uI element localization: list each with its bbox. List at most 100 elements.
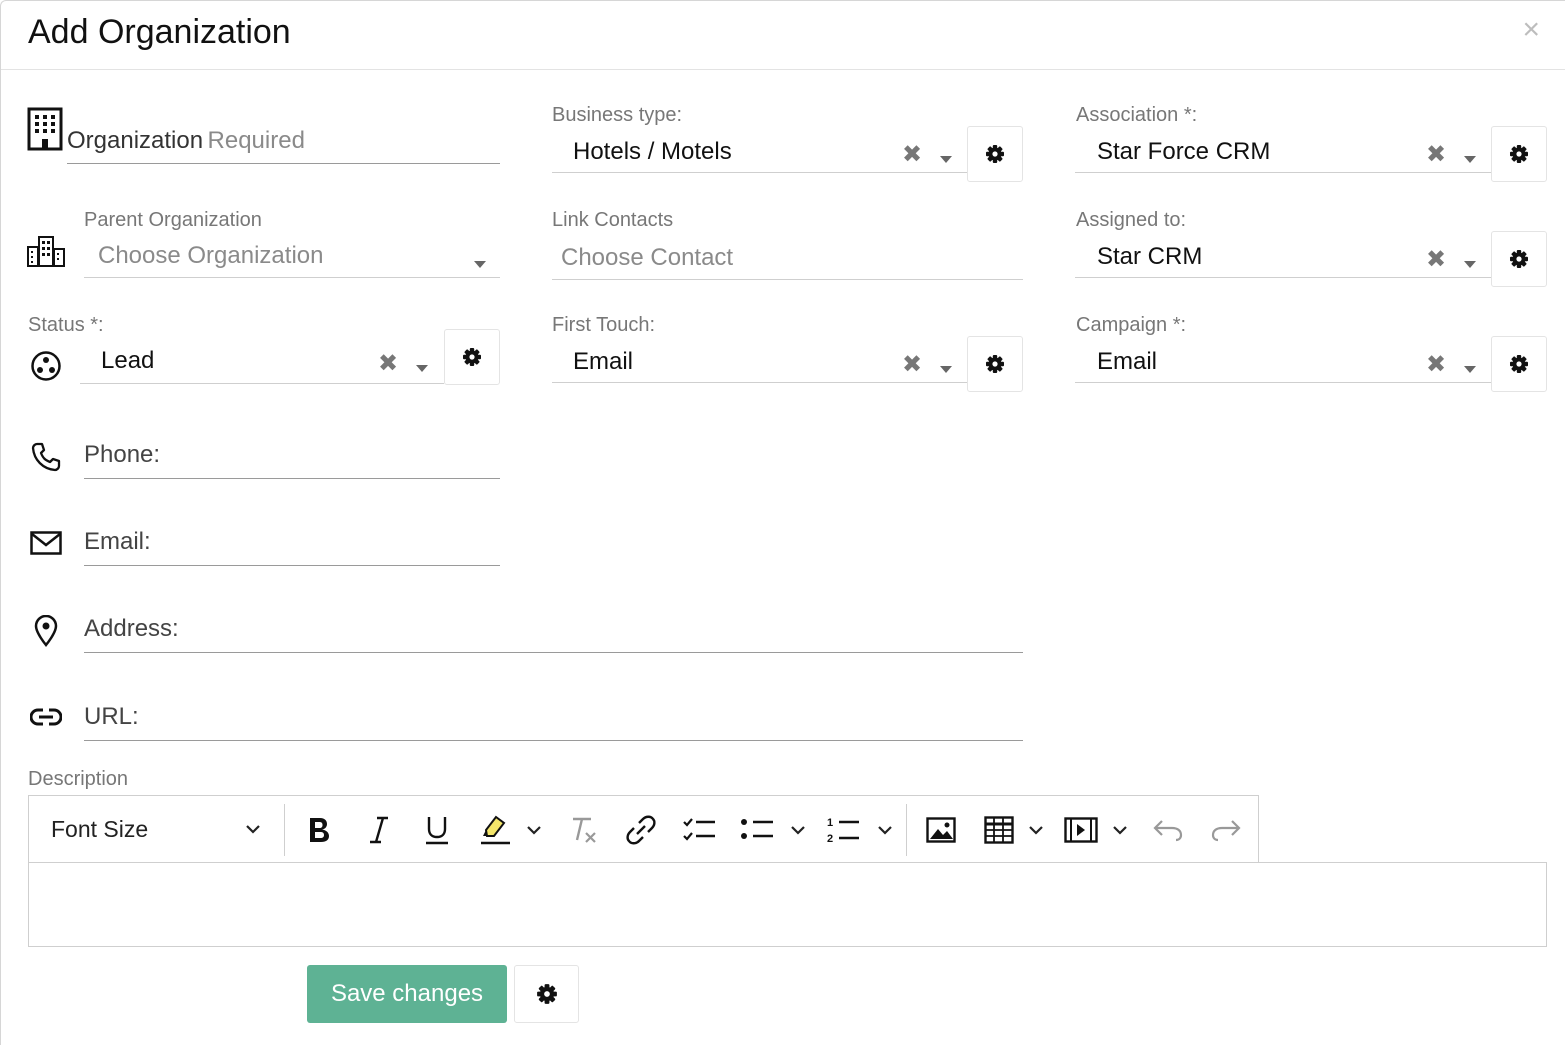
link-contacts-select[interactable]: Choose Contact [552,239,1023,280]
location-pin-icon [34,615,58,647]
association-value: Star Force CRM [1097,138,1271,165]
association-clear-icon[interactable]: ✖ [1426,140,1446,169]
modal-header: Add Organization × [1,1,1565,70]
numbered-list-icon: 1 2 [827,817,859,845]
numbered-list-button[interactable]: 1 2 [823,796,863,863]
checklist-button[interactable] [679,796,719,863]
highlight-dropdown[interactable] [521,796,547,863]
font-size-label: Font Size [51,816,149,842]
business-type-clear-icon[interactable]: ✖ [902,140,922,169]
phone-label: Phone: [84,441,161,468]
chevron-down-icon [527,825,541,835]
business-type-settings-button[interactable] [967,126,1023,182]
status-label: Status *: [28,314,104,336]
editor-toolbar: Font Size 1 2 [28,795,1259,862]
bulleted-list-icon [741,818,773,839]
add-organization-modal: Add Organization × Organization Required [0,0,1565,1045]
assigned-to-clear-icon[interactable]: ✖ [1426,245,1446,274]
redo-icon [1211,819,1241,841]
chevron-down-icon [246,825,260,834]
highlighter-icon [481,815,510,844]
campaign-clear-icon[interactable]: ✖ [1426,350,1446,379]
business-type-select[interactable]: Hotels / Motels ✖ [552,132,967,173]
first-touch-value: Email [573,348,634,375]
business-type-label: Business type: [552,104,683,126]
underline-icon [426,816,448,844]
assigned-to-select[interactable]: Star CRM ✖ [1075,237,1491,278]
first-touch-label: First Touch: [552,314,655,336]
association-settings-button[interactable] [1491,126,1547,182]
organization-input[interactable]: Organization Required [67,127,500,164]
chevron-down-icon [791,825,805,835]
assigned-to-value: Star CRM [1097,243,1203,270]
gear-icon [463,348,481,366]
email-label: Email: [84,528,151,555]
business-type-value: Hotels / Motels [573,138,732,165]
bulleted-list-dropdown[interactable] [785,796,811,863]
campaign-settings-button[interactable] [1491,336,1547,392]
url-input[interactable]: URL: [84,703,1023,741]
table-icon [984,815,1014,844]
bold-button[interactable] [299,796,339,863]
save-settings-button[interactable] [514,965,579,1023]
svg-text:2: 2 [827,833,833,845]
link-contacts-placeholder: Choose Contact [561,244,734,271]
bulleted-list-button[interactable] [737,796,777,863]
association-select[interactable]: Star Force CRM ✖ [1075,132,1491,173]
undo-icon [1153,819,1183,841]
parent-organization-label: Parent Organization [84,209,262,231]
campaign-select[interactable]: Email ✖ [1075,342,1491,383]
italic-button[interactable] [359,796,399,863]
modal-title: Add Organization [28,13,291,51]
insert-media-dropdown[interactable] [1107,796,1133,863]
insert-table-button[interactable] [979,796,1019,863]
chevron-down-icon [1029,825,1043,835]
gear-icon [986,145,1004,163]
link-icon [30,708,62,726]
description-label: Description [28,768,129,790]
italic-icon [370,816,388,843]
insert-media-button[interactable] [1061,796,1101,863]
chevron-down-icon [1464,156,1476,163]
campaign-value: Email [1097,348,1158,375]
image-icon [926,816,956,843]
parent-organization-select[interactable]: Choose Organization [84,239,500,278]
status-settings-button[interactable] [444,329,500,385]
url-label: URL: [84,703,139,730]
gear-icon [1510,250,1528,268]
redo-button[interactable] [1206,796,1246,863]
insert-link-button[interactable] [621,796,661,863]
mail-icon [30,531,62,555]
save-button[interactable]: Save changes [307,965,507,1023]
toolbar-separator [906,804,907,856]
chevron-down-icon [1464,261,1476,268]
font-size-dropdown[interactable]: Font Size [29,796,283,863]
description-editor[interactable] [28,862,1547,947]
address-label: Address: [84,615,179,642]
checklist-icon [683,817,715,841]
status-select[interactable]: Lead ✖ [80,343,444,384]
status-value: Lead [101,347,155,374]
undo-button[interactable] [1148,796,1188,863]
first-touch-settings-button[interactable] [967,336,1023,392]
parent-organization-placeholder: Choose Organization [98,242,324,269]
remove-format-icon [573,817,596,843]
insert-table-dropdown[interactable] [1023,796,1049,863]
first-touch-clear-icon[interactable]: ✖ [902,350,922,379]
status-clear-icon[interactable]: ✖ [378,349,398,378]
close-icon[interactable]: × [1522,15,1540,45]
svg-text:1: 1 [827,817,833,829]
assigned-to-settings-button[interactable] [1491,231,1547,287]
campaign-label: Campaign *: [1076,314,1187,336]
email-input[interactable]: Email: [84,528,500,566]
video-icon [1064,816,1098,843]
numbered-list-dropdown[interactable] [872,796,898,863]
remove-format-button[interactable] [563,796,603,863]
phone-input[interactable]: Phone: [84,441,500,479]
underline-button[interactable] [417,796,457,863]
highlight-button[interactable] [475,796,515,863]
first-touch-select[interactable]: Email ✖ [552,342,967,383]
association-label: Association *: [1076,104,1198,126]
insert-image-button[interactable] [921,796,961,863]
address-input[interactable]: Address: [84,615,1023,653]
